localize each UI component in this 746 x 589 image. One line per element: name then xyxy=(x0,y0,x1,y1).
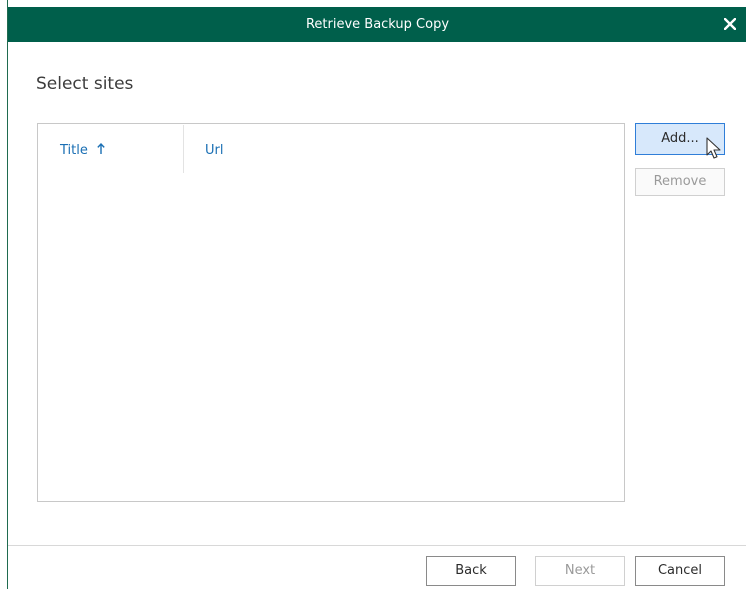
dialog-window: Retrieve Backup Copy Select sites Title … xyxy=(7,0,746,589)
page-heading: Select sites xyxy=(36,74,134,94)
add-button[interactable]: Add... xyxy=(635,123,725,155)
close-icon xyxy=(724,18,736,30)
close-button[interactable] xyxy=(717,11,743,37)
column-header-url[interactable]: Url xyxy=(184,124,624,174)
footer-divider xyxy=(8,545,746,546)
window-title: Retrieve Backup Copy xyxy=(305,17,450,32)
column-header-label: Url xyxy=(205,143,224,158)
next-button[interactable]: Next xyxy=(535,556,625,586)
back-button[interactable]: Back xyxy=(426,556,516,586)
cancel-button[interactable]: Cancel xyxy=(635,556,725,586)
sites-table[interactable]: Title Url xyxy=(37,123,625,502)
remove-button[interactable]: Remove xyxy=(635,168,725,196)
title-bar: Retrieve Backup Copy xyxy=(8,7,746,42)
sort-ascending-icon xyxy=(97,142,105,154)
column-header-title[interactable]: Title xyxy=(38,124,183,174)
column-header-label: Title xyxy=(60,143,88,158)
